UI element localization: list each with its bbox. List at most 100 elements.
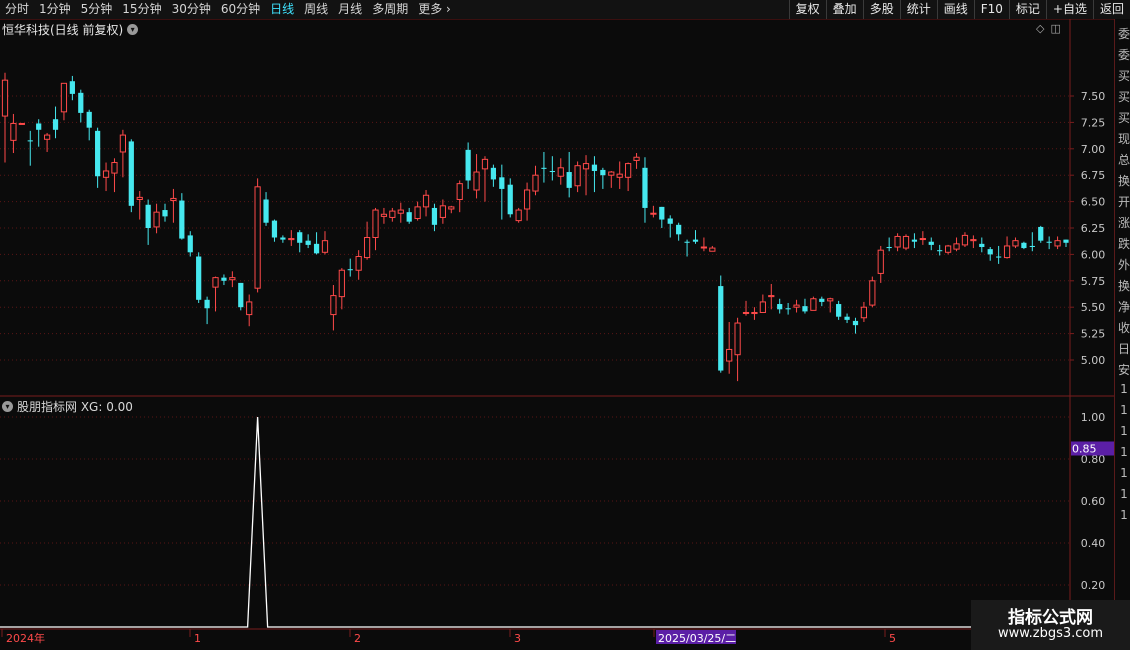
candle[interactable] (970, 235, 977, 249)
candle[interactable] (448, 205, 455, 214)
candle[interactable] (819, 296, 825, 307)
candle[interactable] (759, 294, 766, 313)
candle[interactable] (297, 230, 303, 253)
candle[interactable] (751, 307, 758, 320)
candle[interactable] (768, 283, 775, 310)
candle[interactable] (1046, 236, 1052, 250)
candle[interactable] (574, 161, 581, 193)
candle[interactable] (439, 199, 446, 224)
candle[interactable] (204, 296, 210, 325)
candle[interactable] (692, 230, 699, 244)
candle[interactable] (810, 296, 817, 311)
candle[interactable] (1029, 232, 1035, 252)
candle[interactable] (919, 231, 926, 245)
candle[interactable] (338, 268, 345, 310)
candle[interactable] (280, 235, 286, 243)
candle[interactable] (271, 219, 278, 242)
candle[interactable] (785, 302, 791, 315)
candle[interactable] (996, 245, 1002, 264)
candle[interactable] (591, 156, 598, 193)
candle[interactable] (726, 321, 733, 374)
candle[interactable] (953, 237, 960, 252)
overlay-button[interactable]: 叠加 (825, 0, 863, 19)
tab-15min[interactable]: 15分钟 (117, 0, 166, 19)
candle[interactable] (616, 161, 623, 189)
candle[interactable] (566, 151, 572, 198)
candle[interactable] (499, 164, 505, 220)
candle[interactable] (229, 271, 236, 288)
candle[interactable] (937, 244, 943, 256)
candle[interactable] (102, 162, 110, 192)
tab-weekly[interactable]: 周线 (299, 0, 333, 19)
candle[interactable] (313, 232, 320, 255)
candle[interactable] (27, 130, 33, 166)
tab-1min[interactable]: 1分钟 (34, 0, 76, 19)
candle[interactable] (676, 222, 682, 241)
f10-button[interactable]: F10 (973, 0, 1009, 19)
candle[interactable] (263, 192, 269, 226)
candle[interactable] (667, 215, 673, 238)
candle[interactable] (532, 165, 539, 196)
candle[interactable] (60, 82, 68, 121)
candle[interactable] (490, 164, 497, 187)
candle[interactable] (153, 203, 160, 234)
statistics-button[interactable]: 统计 (899, 0, 937, 19)
candle[interactable] (777, 298, 783, 314)
candle[interactable] (473, 154, 480, 199)
candle[interactable] (288, 230, 295, 246)
candle[interactable] (718, 275, 724, 373)
candle[interactable] (650, 205, 657, 218)
candle[interactable] (246, 294, 253, 327)
candle[interactable] (961, 232, 969, 248)
candle[interactable] (78, 89, 84, 123)
candle[interactable] (523, 182, 531, 221)
candle[interactable] (128, 139, 134, 213)
candle[interactable] (852, 317, 859, 334)
candle[interactable] (709, 245, 716, 252)
candle[interactable] (945, 244, 952, 255)
candle[interactable] (1021, 241, 1027, 250)
candle[interactable] (221, 274, 227, 286)
candle[interactable] (802, 298, 808, 314)
candle[interactable] (987, 247, 993, 261)
multi-stock-button[interactable]: 多股 (862, 0, 900, 19)
candle[interactable] (414, 201, 421, 221)
mark-button[interactable]: 标记 (1008, 0, 1046, 19)
candle[interactable] (162, 203, 168, 222)
candle[interactable] (844, 313, 850, 324)
candle[interactable] (541, 151, 547, 183)
candle[interactable] (406, 207, 412, 224)
candle[interactable] (928, 237, 934, 251)
candle[interactable] (1063, 239, 1069, 248)
tab-monthly[interactable]: 月线 (333, 0, 367, 19)
candle[interactable] (254, 178, 261, 293)
candle[interactable] (1038, 225, 1044, 243)
candle[interactable] (860, 301, 868, 322)
tab-multi-period[interactable]: 多周期 (367, 0, 413, 19)
candle[interactable] (321, 231, 329, 255)
candle[interactable] (431, 203, 438, 232)
fuquan-button[interactable]: 复权 (788, 0, 826, 19)
candle[interactable] (347, 258, 353, 277)
candle[interactable] (10, 113, 17, 154)
chevron-down-icon[interactable]: ▾ (2, 401, 13, 412)
candle[interactable] (507, 178, 513, 218)
candle[interactable] (894, 233, 901, 252)
candle[interactable] (18, 122, 25, 125)
candle[interactable] (36, 119, 42, 147)
candle[interactable] (659, 206, 665, 228)
candle[interactable] (481, 156, 489, 202)
candle[interactable] (212, 276, 219, 312)
add-watchlist-button[interactable]: +自选 (1045, 0, 1093, 19)
draw-line-button[interactable]: 画线 (936, 0, 974, 19)
candle[interactable] (1054, 236, 1061, 250)
candle[interactable] (1003, 236, 1011, 259)
candle[interactable] (633, 153, 640, 169)
candle[interactable] (793, 299, 800, 313)
candle[interactable] (363, 221, 371, 260)
candle[interactable] (642, 157, 648, 223)
candle[interactable] (456, 180, 463, 213)
candle[interactable] (187, 231, 193, 257)
candle[interactable] (1, 72, 9, 163)
kline-chart[interactable]: 7.50 7.25 7.00 6.75 6.50 6.25 6.00 5.75 5.50 5.25… (0, 19, 1114, 650)
